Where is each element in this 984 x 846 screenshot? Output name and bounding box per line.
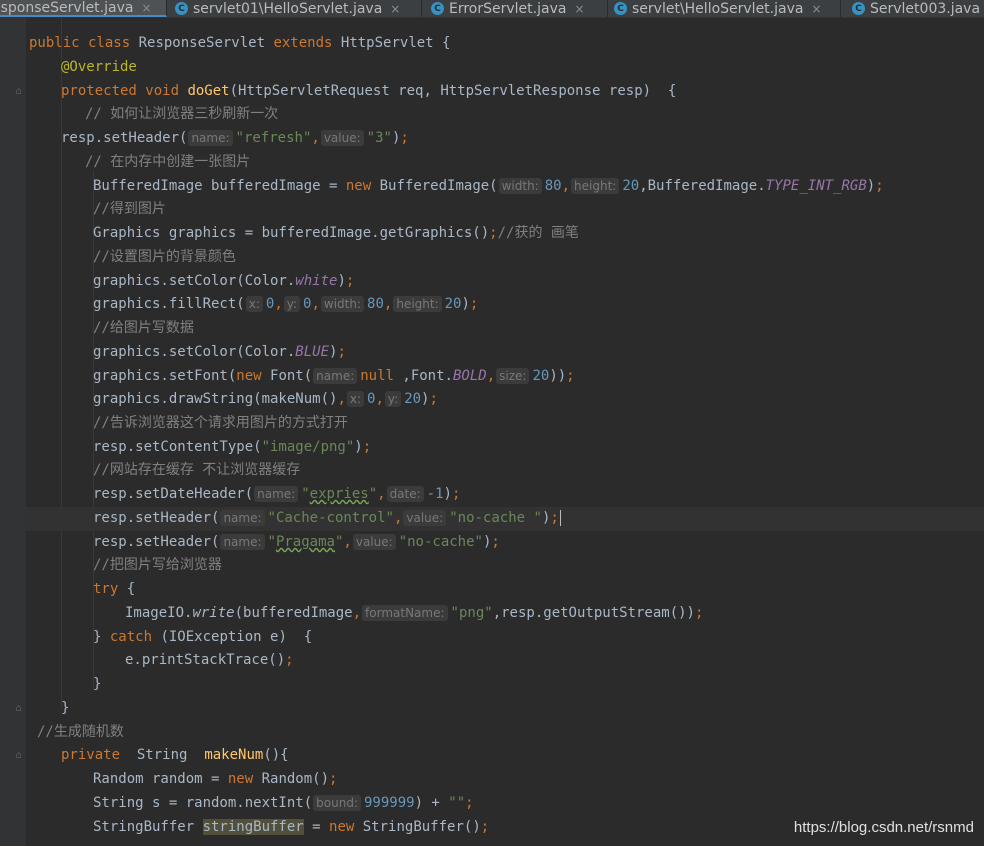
code-line: Graphics graphics = bufferedImage.getGra…	[93, 225, 579, 241]
code-line: //设置图片的背景颜色	[93, 249, 236, 265]
tab-responseservlet[interactable]: esponseServlet.java ×	[0, 0, 167, 17]
tab-label: ErrorServlet.java	[449, 0, 567, 17]
editor-tab-bar: esponseServlet.java × C servlet01\HelloS…	[0, 0, 984, 18]
tab-label: Servlet003.java	[870, 0, 981, 17]
code-line: Random random = new Random();	[93, 771, 338, 787]
code-line: //给图片写数据	[93, 320, 194, 336]
tab-servlet01-helloservlet[interactable]: C servlet01\HelloServlet.java ×	[167, 0, 422, 17]
code-line: try {	[93, 581, 136, 597]
code-line: }	[93, 676, 102, 692]
code-line: BufferedImage bufferedImage = new Buffer…	[93, 178, 884, 194]
editor-gutter	[0, 18, 26, 846]
watermark: https://blog.csdn.net/rsnmd	[793, 819, 974, 836]
java-class-icon: C	[852, 2, 865, 15]
code-line: private String makeNum(){	[61, 747, 289, 763]
code-line: graphics.setColor(Color.white);	[93, 273, 355, 289]
code-line: e.printStackTrace();	[125, 652, 294, 668]
code-line: graphics.drawString(makeNum(), x: 0, y: 20);	[93, 391, 438, 407]
code-line: resp.setHeader(name: "Pragama", value: "no-…	[93, 534, 500, 550]
code-line: //告诉浏览器这个请求用图片的方式打开	[93, 415, 348, 431]
code-line: String s = random.nextInt(bound: 999999) …	[93, 795, 474, 811]
code-line: graphics.setColor(Color.BLUE);	[93, 344, 346, 360]
tab-label: servlet01\HelloServlet.java	[193, 0, 383, 17]
code-editor[interactable]: public class ResponseServlet extends Htt…	[26, 18, 984, 846]
code-line: graphics.setFont(new Font(name: null ,Fon…	[93, 368, 575, 384]
code-line: graphics.fillRect(x: 0, y: 0, width: 80, heigh…	[93, 296, 479, 312]
text-caret	[559, 510, 561, 526]
code-line: } catch (IOException e) {	[93, 629, 313, 645]
highlighted-identifier: stringBuffer	[202, 819, 304, 835]
code-line: //生成随机数	[37, 724, 124, 740]
tab-label: esponseServlet.java	[0, 0, 134, 16]
code-line: // 在内存中创建一张图片	[85, 154, 251, 170]
code-line: // 如何让浏览器三秒刷新一次	[85, 106, 279, 122]
code-line: resp.setHeader(name: "refresh", value: "3")…	[61, 130, 409, 146]
fold-marker-icon[interactable]: ⌂	[13, 703, 24, 714]
code-line: //网站存在缓存 不让浏览器缓存	[93, 462, 301, 478]
code-line: resp.setContentType("image/png");	[93, 439, 372, 455]
close-icon[interactable]: ×	[390, 2, 400, 16]
tab-errorservlet[interactable]: C ErrorServlet.java ×	[423, 0, 608, 17]
java-class-icon: C	[431, 2, 444, 15]
fold-marker-icon[interactable]: ⌂	[13, 750, 24, 761]
tab-servlet-helloservlet[interactable]: C servlet\HelloServlet.java ×	[606, 0, 841, 17]
close-icon[interactable]: ×	[141, 1, 151, 15]
code-line: protected void doGet(HttpServletRequest …	[61, 83, 677, 99]
code-line: @Override	[61, 59, 137, 75]
code-line: //把图片写给浏览器	[93, 557, 222, 573]
code-line: //得到图片	[93, 201, 166, 217]
close-icon[interactable]: ×	[811, 2, 821, 16]
tab-servlet003[interactable]: C Servlet003.java	[844, 0, 984, 17]
tab-label: servlet\HelloServlet.java	[632, 0, 804, 17]
code-line: public class ResponseServlet extends Htt…	[29, 35, 451, 51]
code-line: ImageIO.write(bufferedImage, formatName: "…	[125, 605, 704, 621]
code-line-current: resp.setHeader(name: "Cache-control", valu…	[26, 507, 984, 531]
close-icon[interactable]: ×	[574, 2, 584, 16]
fold-marker-icon[interactable]: ⌂	[13, 86, 24, 97]
java-class-icon: C	[175, 2, 188, 15]
code-line: }	[61, 700, 70, 716]
code-line: resp.setDateHeader(name: "expries", date: -…	[93, 486, 461, 502]
java-class-icon: C	[614, 2, 627, 15]
